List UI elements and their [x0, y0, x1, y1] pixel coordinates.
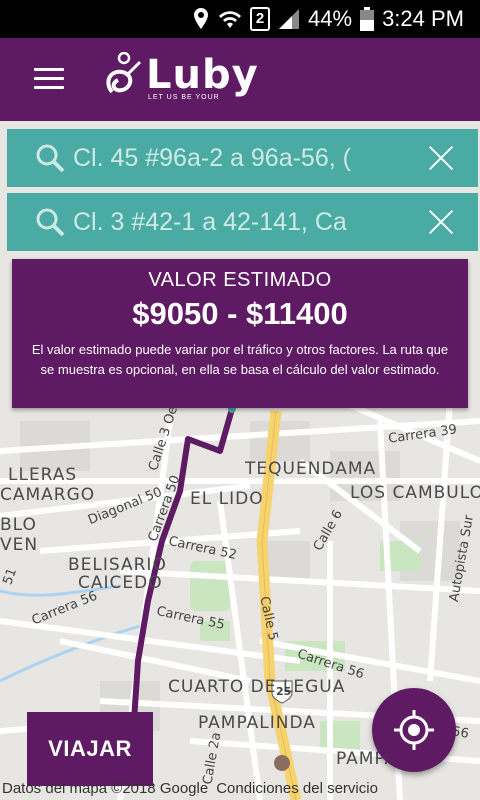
estimate-note: El valor estimado puede variar por el tr…: [31, 342, 449, 377]
wifi-icon: [218, 8, 242, 30]
location-icon: [192, 7, 210, 31]
sim-icon: 2: [250, 7, 271, 31]
map-label: BELISARIO: [68, 555, 167, 575]
hamburger-menu-icon[interactable]: [34, 68, 64, 90]
map-label: CAMARGO: [0, 485, 96, 505]
estimate-price: $9050 - $11400: [132, 296, 348, 331]
origin-input[interactable]: Cl. 45 #96a-2 a 96a-56, (: [73, 144, 398, 173]
terms-link[interactable]: Condiciones del servicio: [216, 780, 378, 800]
estimate-card: VALOR ESTIMADO $9050 - $11400 El valor e…: [12, 259, 468, 408]
clock: 3:24 PM: [382, 6, 464, 31]
logo-text: Luby: [146, 52, 259, 98]
map-label: LLERAS: [8, 465, 78, 485]
logo-mark-icon: [106, 52, 142, 94]
viajar-button[interactable]: VIAJAR: [27, 712, 153, 786]
my-location-icon: [394, 710, 434, 750]
battery-icon: [360, 7, 375, 31]
map-label: CUARTO DE LEGUA: [168, 677, 346, 697]
destination-search-bar[interactable]: Cl. 3 #42-1 a 42-141, Ca: [7, 193, 478, 251]
search-icon: [35, 207, 65, 237]
map-label: VEN: [0, 535, 39, 555]
map-label: EL LIDO: [190, 489, 264, 509]
close-icon[interactable]: [426, 207, 456, 237]
map-label: TEQUENDAMA: [245, 459, 377, 479]
logo-tagline: LET US BE YOUR: [148, 94, 220, 101]
app-bar: Luby LET US BE YOUR: [0, 38, 480, 121]
map-label: LOS CAMBULO: [350, 483, 480, 503]
search-icon: [35, 143, 65, 173]
signal-icon: [278, 8, 300, 30]
map-attribution: Datos del mapa ©2018 Google Condiciones …: [0, 780, 480, 800]
status-bar: 2 44% 3:24 PM: [0, 0, 480, 38]
origin-search-bar[interactable]: Cl. 45 #96a-2 a 96a-56, (: [7, 129, 478, 187]
close-icon[interactable]: [426, 143, 456, 173]
my-location-button[interactable]: [372, 688, 456, 772]
luby-logo: Luby LET US BE YOUR: [104, 50, 258, 106]
map-label: BLO: [0, 515, 37, 535]
destination-input[interactable]: Cl. 3 #42-1 a 42-141, Ca: [73, 208, 398, 237]
estimate-title: VALOR ESTIMADO: [148, 269, 332, 291]
map-label: PAMPALINDA: [198, 713, 316, 733]
map-data-credit: Datos del mapa ©2018 Google: [2, 780, 209, 797]
route-shield-label: 25: [276, 685, 292, 698]
battery-percent: 44%: [308, 6, 353, 31]
